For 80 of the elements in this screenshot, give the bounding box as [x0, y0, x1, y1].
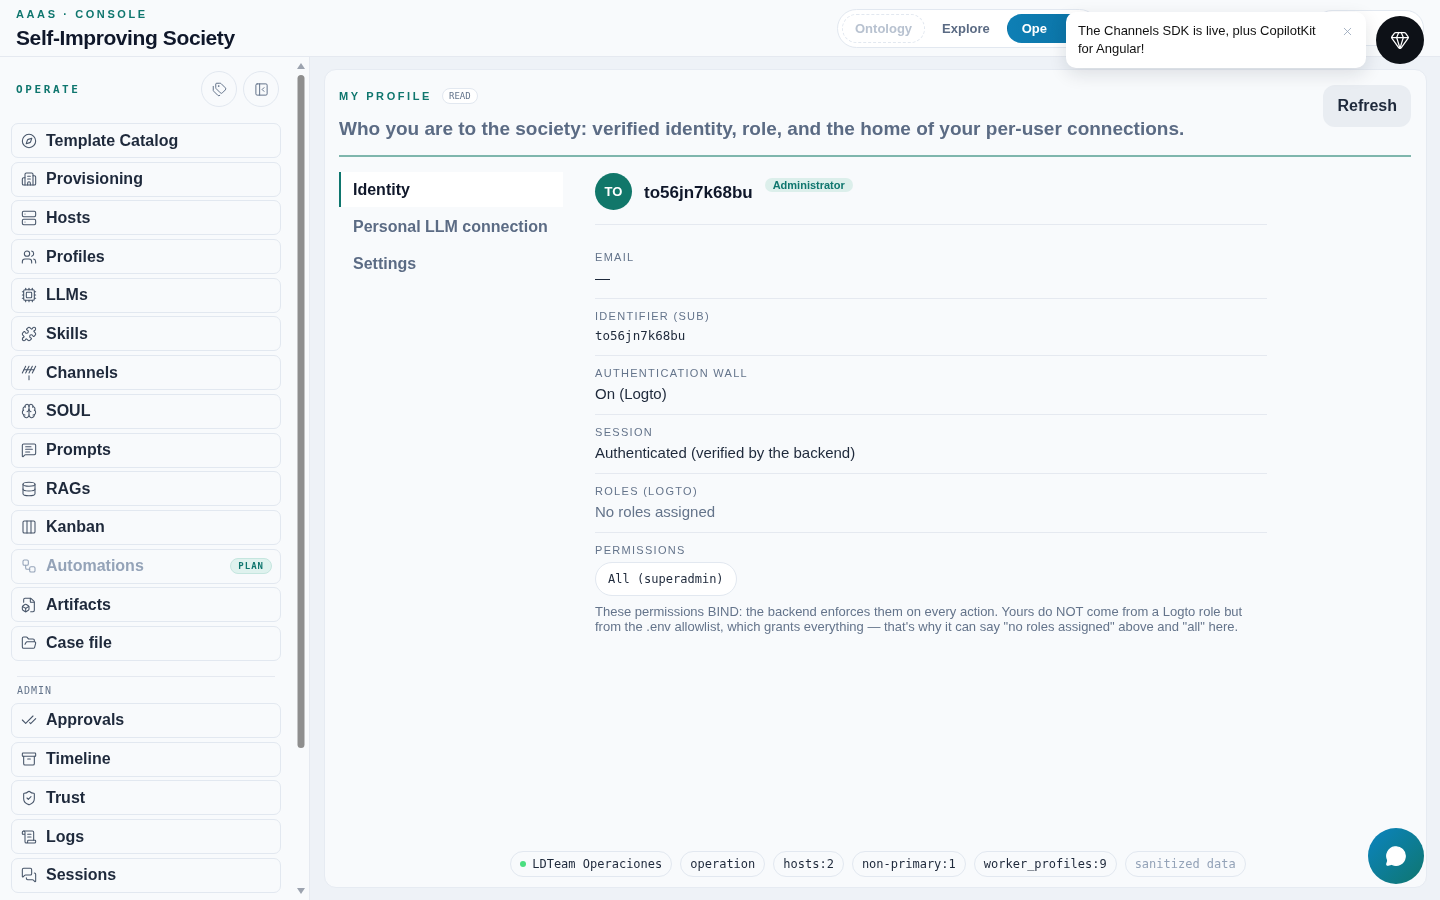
nav-tab[interactable]: Explore — [929, 13, 1003, 43]
users-icon — [21, 248, 37, 265]
field-label: ROLES (LOGTO) — [595, 485, 699, 497]
field-value: Authenticated (verified by the backend) — [595, 444, 857, 461]
sidebar-item[interactable]: SOUL — [11, 393, 281, 429]
panel-icon — [253, 81, 269, 97]
workflow-icon — [21, 558, 37, 575]
building-icon — [21, 171, 37, 188]
chat-bubbles-icon — [21, 867, 37, 884]
page-eyebrow: MY PROFILE — [339, 90, 433, 102]
user-name: to56jn7k68bu — [644, 183, 753, 203]
sidebar-item[interactable]: Provisioning — [11, 161, 281, 197]
status-chip: worker_profiles:9 — [973, 851, 1117, 877]
sidebar-item[interactable]: Hosts — [11, 200, 281, 236]
field-label: AUTHENTICATION WALL — [595, 367, 750, 379]
role-badge: Administrator — [764, 178, 853, 192]
profile-tab[interactable]: Personal LLM connection — [339, 209, 563, 244]
shield-icon — [21, 789, 37, 806]
scroll-icon — [21, 828, 37, 845]
sidebar-item[interactable]: Skills — [11, 316, 281, 352]
sidebar-item[interactable]: Kanban — [11, 509, 281, 545]
field-value: — — [595, 269, 611, 286]
status-chip: operation — [680, 851, 766, 877]
sidebar-item[interactable]: Channels — [11, 355, 281, 391]
section-label: ADMIN — [16, 684, 54, 696]
sidebar-item[interactable]: RAGs — [11, 471, 281, 507]
sidebar-item[interactable]: Artifacts — [11, 587, 281, 623]
puzzle-icon — [21, 325, 37, 342]
database-icon — [21, 480, 37, 497]
status-chip: LDTeam Operaciones — [510, 851, 673, 877]
columns-icon — [21, 519, 37, 536]
section-label: OPERATE — [16, 82, 81, 96]
sidebar-item[interactable]: Sessions — [11, 857, 281, 893]
file-icon — [21, 596, 37, 613]
field-value: No roles assigned — [595, 503, 717, 520]
sidebar-item[interactable]: Approvals — [11, 702, 281, 738]
archive-icon — [21, 751, 37, 768]
refresh-button[interactable]: Refresh — [1323, 85, 1411, 127]
sidebar-item[interactable]: Profiles — [11, 239, 281, 275]
field-label: IDENTIFIER (SUB) — [595, 310, 711, 322]
chat-icon — [1385, 845, 1407, 867]
sidebar-item[interactable]: Trust — [11, 780, 281, 816]
permissions-note: These permissions BIND: the backend enforces them on every action. Yours do NOT come from a Logto role but from the .env allowlist, which grants everything — that's why it can say "no roles assigned" above and "all" here. — [595, 604, 1244, 634]
field-label: PERMISSIONS — [595, 544, 687, 556]
sidebar-item[interactable]: Timeline — [11, 741, 281, 777]
status-chip: non-primary:1 — [851, 851, 966, 877]
sidebar-item[interactable]: Template Catalog — [11, 123, 281, 158]
field-value: On (Logto) — [595, 385, 668, 402]
plan-badge: PLAN — [230, 558, 272, 575]
sidebar-item[interactable]: Logs — [11, 819, 281, 854]
profile-tab[interactable]: Settings — [339, 246, 563, 281]
page-heading: Who you are to the society: verified identity, role, and the home of your per-user connections. — [339, 118, 1185, 140]
message-icon — [21, 442, 37, 458]
close-button[interactable] — [1341, 25, 1354, 38]
collapse-sidebar-button[interactable] — [243, 71, 279, 107]
status-chip: sanitized data — [1124, 851, 1246, 877]
field-label: SESSION — [595, 426, 654, 438]
field-value: to56jn7k68bu — [595, 328, 687, 343]
console-eyebrow: AAAS · CONSOLE — [16, 8, 149, 20]
sidebar-item[interactable]: Prompts — [11, 432, 281, 468]
close-icon — [1341, 25, 1354, 38]
compass-icon — [21, 132, 37, 149]
field-label: EMAIL — [595, 251, 636, 263]
sidebar-item[interactable]: Case file — [11, 625, 281, 661]
user-avatar: TO — [595, 173, 632, 210]
profile-tab[interactable]: Identity — [339, 172, 563, 207]
app-title: Self-Improving Society — [16, 26, 235, 50]
status-chip: hosts:2 — [773, 851, 844, 877]
tag-icon — [211, 81, 227, 97]
gem-icon — [1390, 30, 1410, 50]
read-badge: READ — [442, 88, 478, 104]
sidebar-item[interactable]: LLMs — [11, 277, 281, 313]
antenna-icon — [21, 364, 37, 381]
permission-chip: All (superadmin) — [595, 562, 737, 596]
chip-icon — [21, 287, 37, 304]
toast-message: The Channels SDK is live, plus CopilotKit for Angular! — [1078, 22, 1317, 58]
tags-button[interactable] — [201, 71, 237, 107]
brain-icon — [21, 403, 37, 420]
server-icon — [21, 209, 37, 226]
folder-icon — [21, 635, 37, 652]
